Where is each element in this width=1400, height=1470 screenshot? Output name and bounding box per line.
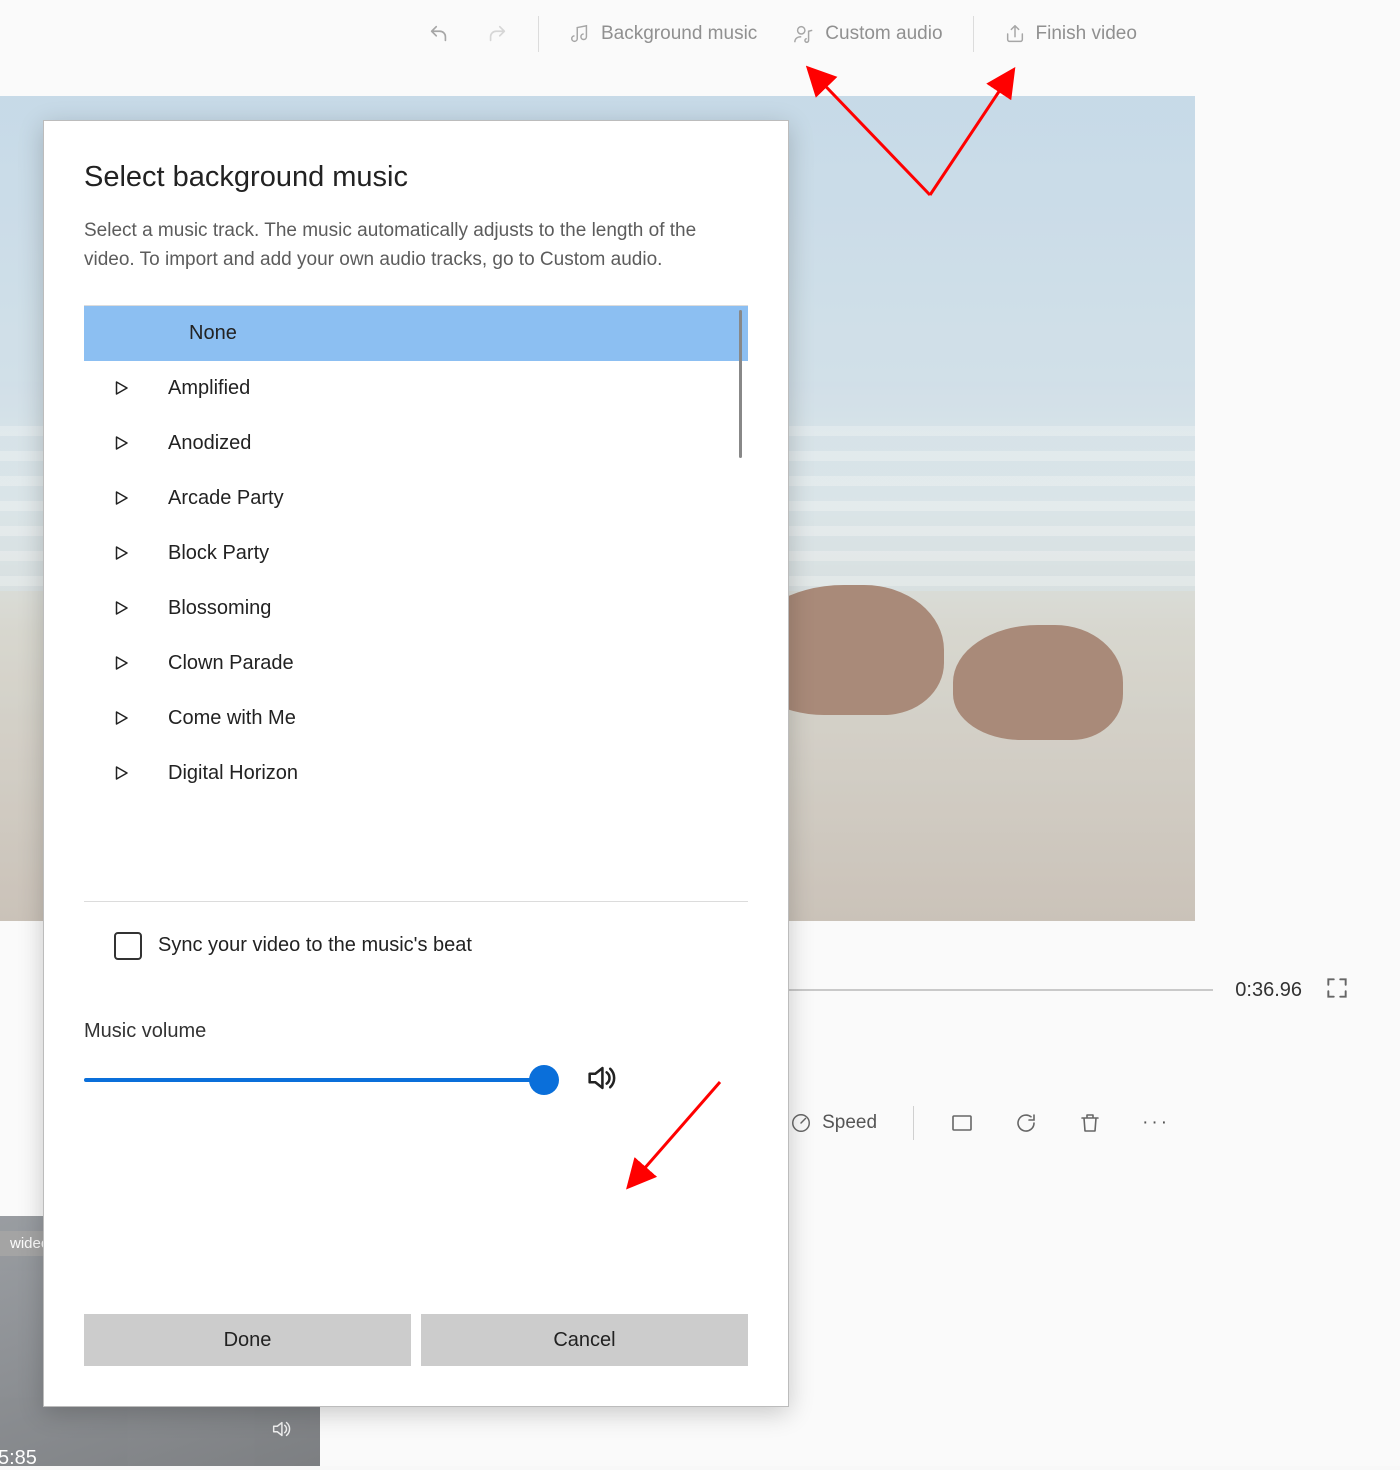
play-icon[interactable] (112, 379, 130, 397)
fullscreen-button[interactable] (1324, 975, 1350, 1005)
delete-button[interactable] (1068, 1105, 1112, 1141)
dialog-title: Select background music (84, 161, 748, 194)
track-label: Arcade Party (168, 487, 284, 510)
music-icon (569, 23, 591, 45)
track-item[interactable]: None (84, 306, 748, 361)
track-label: Digital Horizon (168, 762, 298, 785)
redo-button[interactable] (468, 10, 526, 58)
track-label: None (189, 322, 237, 345)
redo-icon (486, 23, 508, 45)
dialog-buttons: Done Cancel (84, 1314, 748, 1366)
trash-icon (1078, 1111, 1102, 1135)
speed-label: Speed (822, 1112, 877, 1134)
dialog-description: Select a music track. The music automati… (84, 216, 748, 275)
thumb-sound-icon[interactable] (270, 1418, 292, 1444)
rotate-icon (1014, 1111, 1038, 1135)
rotate-button[interactable] (1004, 1105, 1048, 1141)
track-label: Block Party (168, 542, 269, 565)
track-item[interactable]: Anodized (84, 416, 748, 471)
track-item[interactable]: Come with Me (84, 691, 748, 746)
more-label: ··· (1142, 1112, 1170, 1134)
person-music-icon (793, 23, 815, 45)
track-label: Blossoming (168, 597, 271, 620)
play-icon[interactable] (112, 544, 130, 562)
background-music-button[interactable]: Background music (551, 10, 775, 58)
track-list[interactable]: None Amplified Anodized Arcade Party Block P… (84, 306, 748, 901)
fullscreen-icon (1324, 975, 1350, 1001)
undo-icon (428, 23, 450, 45)
speed-button[interactable]: Speed (780, 1106, 887, 1140)
track-item[interactable]: Block Party (84, 526, 748, 581)
track-item[interactable]: Digital Horizon (84, 746, 748, 801)
sync-checkbox[interactable] (114, 932, 142, 960)
export-icon (1004, 23, 1026, 45)
speed-icon (790, 1112, 812, 1134)
volume-label: Music volume (84, 1020, 748, 1043)
track-item[interactable]: Arcade Party (84, 471, 748, 526)
sync-label: Sync your video to the music's beat (158, 934, 472, 957)
play-icon[interactable] (112, 654, 130, 672)
more-button[interactable]: ··· (1132, 1106, 1180, 1140)
done-button[interactable]: Done (84, 1314, 411, 1366)
play-icon[interactable] (112, 599, 130, 617)
track-item[interactable]: Amplified (84, 361, 748, 416)
top-toolbar: Background music Custom audio Finish vid… (0, 0, 1400, 68)
finish-video-button[interactable]: Finish video (986, 10, 1155, 58)
crop-button[interactable] (940, 1105, 984, 1141)
track-label: Come with Me (168, 707, 296, 730)
divider (538, 16, 539, 52)
track-item[interactable]: Clown Parade (84, 636, 748, 691)
play-icon[interactable] (112, 434, 130, 452)
custom-audio-button[interactable]: Custom audio (775, 10, 960, 58)
sync-row[interactable]: Sync your video to the music's beat (84, 932, 748, 960)
cancel-button[interactable]: Cancel (421, 1314, 748, 1366)
time-label: 0:36.96 (1235, 979, 1302, 1002)
slider-track (84, 1078, 554, 1082)
finish-video-label: Finish video (1036, 23, 1137, 45)
custom-audio-label: Custom audio (825, 23, 942, 45)
track-label: Clown Parade (168, 652, 294, 675)
video-content (953, 625, 1123, 740)
play-icon[interactable] (112, 764, 130, 782)
volume-slider[interactable] (84, 1065, 554, 1095)
play-icon[interactable] (112, 709, 130, 727)
divider (913, 1106, 914, 1140)
divider (84, 901, 748, 902)
undo-button[interactable] (410, 10, 468, 58)
play-icon[interactable] (112, 489, 130, 507)
divider (973, 16, 974, 52)
track-label: Anodized (168, 432, 251, 455)
sound-icon (584, 1061, 618, 1099)
background-music-label: Background music (601, 23, 757, 45)
crop-icon (950, 1111, 974, 1135)
volume-section: Music volume (84, 1020, 748, 1099)
bg-music-dialog: Select background music Select a music t… (43, 120, 789, 1407)
track-item[interactable]: Blossoming (84, 581, 748, 636)
track-label: Amplified (168, 377, 250, 400)
thumb-time: 5:85 (0, 1447, 37, 1470)
slider-thumb[interactable] (529, 1065, 559, 1095)
